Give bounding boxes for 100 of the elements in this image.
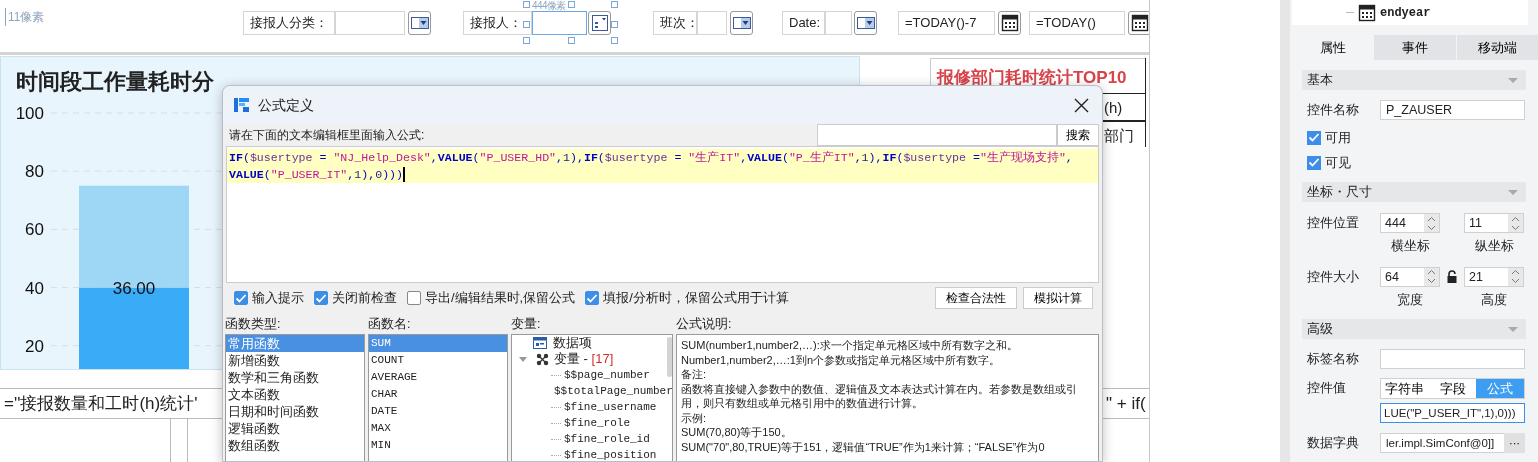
list-item[interactable]: 数学和三角函数 [226, 369, 364, 386]
checkbox[interactable] [1307, 155, 1321, 170]
number-field[interactable]: 444 [1380, 213, 1440, 233]
field-label: Date: [782, 11, 825, 35]
scrollbar[interactable] [667, 337, 672, 377]
number-field[interactable]: 11 [1464, 213, 1524, 233]
cell-formula: " + if( [1106, 393, 1146, 415]
expand-caret-icon[interactable] [518, 354, 528, 364]
panel-label: 公式说明: [676, 316, 733, 333]
list-item[interactable]: DATE [369, 403, 507, 420]
resize-handle[interactable] [567, 37, 575, 44]
open-lock-icon[interactable] [1446, 270, 1458, 283]
section-header[interactable]: 高级 [1302, 319, 1526, 339]
tree-item-label[interactable]: $fine_username [564, 398, 657, 416]
list-item[interactable]: 数组函数 [226, 437, 364, 454]
list-item[interactable]: MAX [369, 420, 507, 437]
field-caption: 宽度 [1396, 290, 1424, 309]
list-item[interactable]: AVERAGE [369, 369, 507, 386]
list-item[interactable]: 日期和时间函数 [226, 403, 364, 420]
resize-handle[interactable] [567, 1, 575, 8]
calendar-icon [1358, 3, 1376, 22]
checkbox-label: 可用 [1325, 128, 1351, 147]
formula-editor[interactable]: IF($usertype = "NJ_Help_Desk",VALUE("P_USER_HD",1),IF($usertype = "生产IT",VALUE("P_生产IT",1),IF($usertype ="生产现场支持", VALUE("P_USER_IT",1),0))) [226, 146, 1099, 283]
list-item[interactable]: MIN [369, 437, 507, 454]
panel-label: 函数名: [368, 316, 412, 333]
spin-buttons[interactable] [1424, 267, 1439, 286]
checkbox[interactable] [585, 291, 600, 305]
spin-buttons[interactable] [1424, 214, 1439, 232]
checkbox[interactable] [314, 291, 328, 305]
spin-buttons[interactable] [1508, 214, 1523, 232]
checkbox-label: 填报/分析时，保留公式用于计算 [603, 289, 789, 308]
checkbox-label: 可见 [1325, 153, 1351, 172]
dropdown-icon [409, 16, 430, 30]
list-item[interactable]: COUNT [369, 352, 507, 369]
tree-item-label[interactable]: $fine_role [564, 414, 630, 432]
input-field[interactable] [825, 11, 852, 35]
list-item[interactable]: 逻辑函数 [226, 420, 364, 437]
text-field[interactable] [1380, 349, 1525, 369]
date-picker-button[interactable] [1128, 11, 1149, 35]
tree-item-label[interactable]: $$totalPage_number [554, 382, 672, 400]
action-button[interactable]: 检查合法性 [935, 287, 1017, 309]
list-item[interactable]: 新增函数 [226, 352, 364, 369]
size-label: 444像素 [532, 0, 566, 11]
tab[interactable]: 移动端 [1456, 35, 1538, 60]
resize-handle[interactable] [611, 37, 618, 44]
search-field[interactable] [817, 124, 1057, 146]
spin-buttons[interactable] [1508, 267, 1523, 286]
section-header[interactable]: 坐标・尺寸 [1302, 182, 1526, 202]
resize-handle[interactable] [523, 20, 530, 28]
cell-formula: =''接报数量和工时(h)统计' [4, 393, 198, 415]
section-title: 高级 [1307, 320, 1333, 339]
axis-tick-label: 60 [25, 220, 44, 240]
collapse-caret-icon [1508, 326, 1518, 332]
field-caption: 纵坐标 [1473, 237, 1515, 255]
resize-handle[interactable] [523, 37, 530, 44]
date-picker-button[interactable] [998, 11, 1021, 35]
field-label: 控件位置 [1307, 214, 1360, 233]
section-title: 基本 [1307, 71, 1333, 90]
collapse-caret-icon [1508, 189, 1518, 195]
input-field[interactable] [697, 11, 727, 35]
number-field[interactable]: 21 [1464, 266, 1524, 287]
panel-label: 函数类型: [225, 316, 282, 333]
tree-item-label[interactable]: endyear [1380, 3, 1431, 22]
input-field[interactable] [532, 11, 587, 35]
resize-handle[interactable] [611, 1, 618, 8]
tree-item-label[interactable]: $$page_number [564, 366, 650, 384]
text-field[interactable]: ler.impl.SimConf@0]] [1380, 433, 1504, 453]
text-field[interactable]: P_ZAUSER [1380, 100, 1525, 120]
list-picker-button[interactable] [588, 11, 611, 35]
tab[interactable]: 事件 [1374, 35, 1456, 60]
input-field[interactable]: =TODAY()-7 [898, 11, 995, 35]
action-button[interactable]: 模拟计算 [1023, 287, 1093, 309]
search-button[interactable]: 搜索 [1057, 124, 1099, 146]
description-line: SUM("70",80,TRUE)等于151，逻辑值“TRUE”作为1来计算；“FALSE”作为0 [681, 439, 1046, 454]
field-caption: 横坐标 [1389, 237, 1431, 255]
input-field[interactable]: =TODAY() [1029, 11, 1125, 35]
dropdown-button[interactable] [730, 11, 753, 35]
field-label: 班次： [653, 11, 697, 35]
checkbox[interactable] [407, 291, 421, 305]
dropdown-button[interactable] [408, 11, 431, 35]
tree-item-label[interactable]: $fine_position [564, 446, 657, 461]
list-picker-icon [590, 14, 609, 32]
description-line: SUM(number1,number2,…):求一个指定单元格区域中所有数字之和。 [681, 338, 1019, 353]
panel-label: 变量: [511, 316, 542, 333]
close-button[interactable] [1073, 96, 1090, 114]
list-item[interactable]: 文本函数 [226, 386, 364, 403]
number-field[interactable]: 64 [1380, 266, 1440, 287]
formula-field[interactable]: LUE("P_USER_IT",1),0))) [1380, 403, 1525, 423]
tree-item-count: [17] [591, 350, 614, 369]
dropdown-button[interactable] [854, 11, 877, 35]
checkbox[interactable] [234, 291, 248, 305]
input-field[interactable] [335, 11, 405, 35]
field-label: 数据字典 [1307, 434, 1360, 453]
list-item[interactable]: CHAR [369, 386, 507, 403]
checkbox[interactable] [1307, 130, 1321, 145]
resize-handle[interactable] [611, 20, 618, 28]
tree-item-label[interactable]: $fine_role_id [564, 430, 650, 448]
resize-handle[interactable] [523, 1, 530, 8]
section-header[interactable]: 基本 [1302, 70, 1526, 90]
more-button[interactable]: ··· [1504, 433, 1525, 453]
